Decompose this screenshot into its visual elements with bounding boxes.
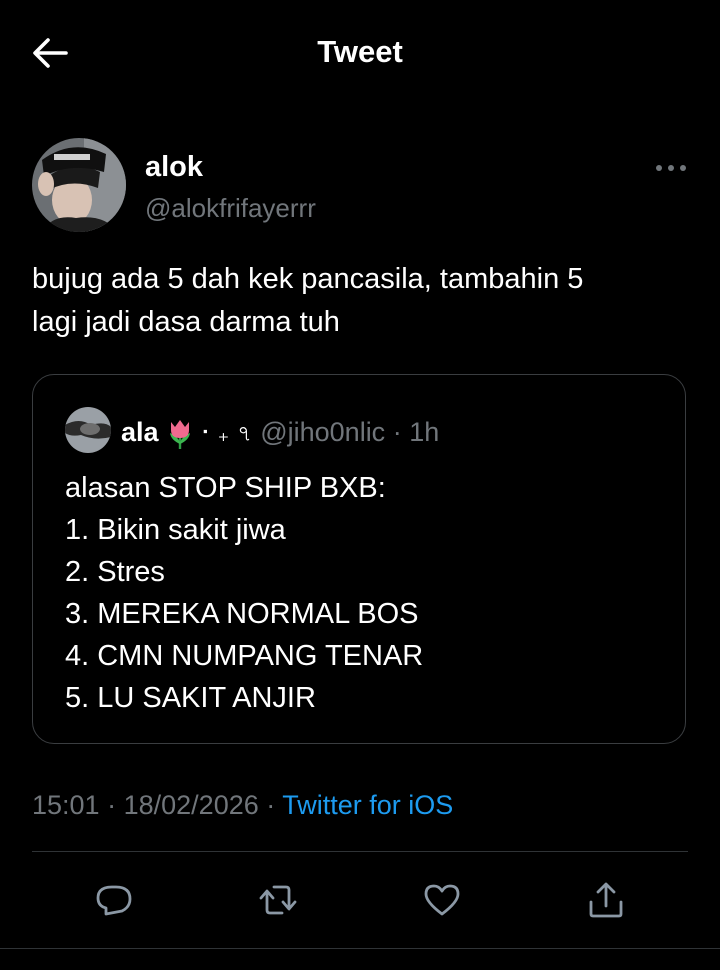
quoted-text-line: 2. Stres — [65, 556, 165, 588]
quoted-text: alasan STOP SHIP BXB: 1. Bikin sakit jiw… — [65, 467, 665, 719]
quoted-text-line: 1. Bikin sakit jiwa — [65, 514, 286, 546]
reply-button[interactable] — [94, 880, 134, 920]
meta-separator: · — [266, 790, 276, 820]
quoted-text-line: 5. LU SAKIT ANJIR — [65, 682, 316, 714]
tweet-source-link[interactable]: Twitter for iOS — [282, 790, 453, 820]
more-options-button[interactable] — [654, 158, 688, 178]
avatar-image — [32, 138, 126, 232]
tweet-text-line: lagi jadi dasa darma tuh — [32, 306, 340, 338]
share-icon — [589, 882, 623, 918]
tweet-author: alok @alokfrifayerrr — [32, 138, 688, 234]
page-title: Tweet — [317, 34, 403, 69]
action-bar — [0, 852, 720, 948]
more-horizontal-icon — [656, 165, 686, 171]
quoted-handle[interactable]: @jiho0nlic — [260, 417, 385, 447]
tweet-text: bujug ada 5 dah kek pancasila, tambahin … — [32, 258, 682, 344]
retweet-icon — [259, 885, 297, 915]
avatar[interactable] — [32, 138, 126, 232]
quoted-avatar-image — [65, 407, 111, 453]
meta-separator: · — [107, 790, 117, 820]
quoted-tweet[interactable]: ala ⠂₊ ৭ @jiho0nlic · 1h alasan STOP SHI… — [32, 374, 686, 744]
tweet-meta: 15:01 · 18/02/2026 · Twitter for iOS — [32, 790, 453, 821]
quoted-separator: · — [392, 417, 402, 447]
top-bar: Tweet — [0, 0, 720, 108]
quoted-text-line: 4. CMN NUMPANG TENAR — [65, 640, 424, 672]
quoted-text-line: 3. MEREKA NORMAL BOS — [65, 598, 419, 630]
divider — [0, 948, 720, 949]
author-handle[interactable]: @alokfrifayerrr — [145, 193, 316, 224]
quoted-timestamp: 1h — [409, 417, 440, 447]
reply-icon — [96, 885, 132, 916]
quoted-header: ala ⠂₊ ৭ @jiho0nlic · 1h — [121, 415, 439, 451]
tweet-time: 15:01 — [32, 790, 100, 820]
quoted-avatar[interactable] — [65, 407, 111, 453]
retweet-button[interactable] — [258, 880, 298, 920]
tulip-icon — [165, 418, 195, 450]
share-button[interactable] — [586, 880, 626, 920]
like-icon — [424, 884, 460, 916]
quoted-name-decoration: ⠂₊ ৭ — [200, 421, 253, 446]
tweet-date: 18/02/2026 — [123, 790, 259, 820]
quoted-display-name[interactable]: ala — [121, 417, 159, 447]
quoted-text-line: alasan STOP SHIP BXB: — [65, 472, 386, 504]
author-display-name[interactable]: alok — [145, 151, 203, 184]
tweet-text-line: bujug ada 5 dah kek pancasila, tambahin … — [32, 263, 584, 295]
like-button[interactable] — [422, 880, 462, 920]
